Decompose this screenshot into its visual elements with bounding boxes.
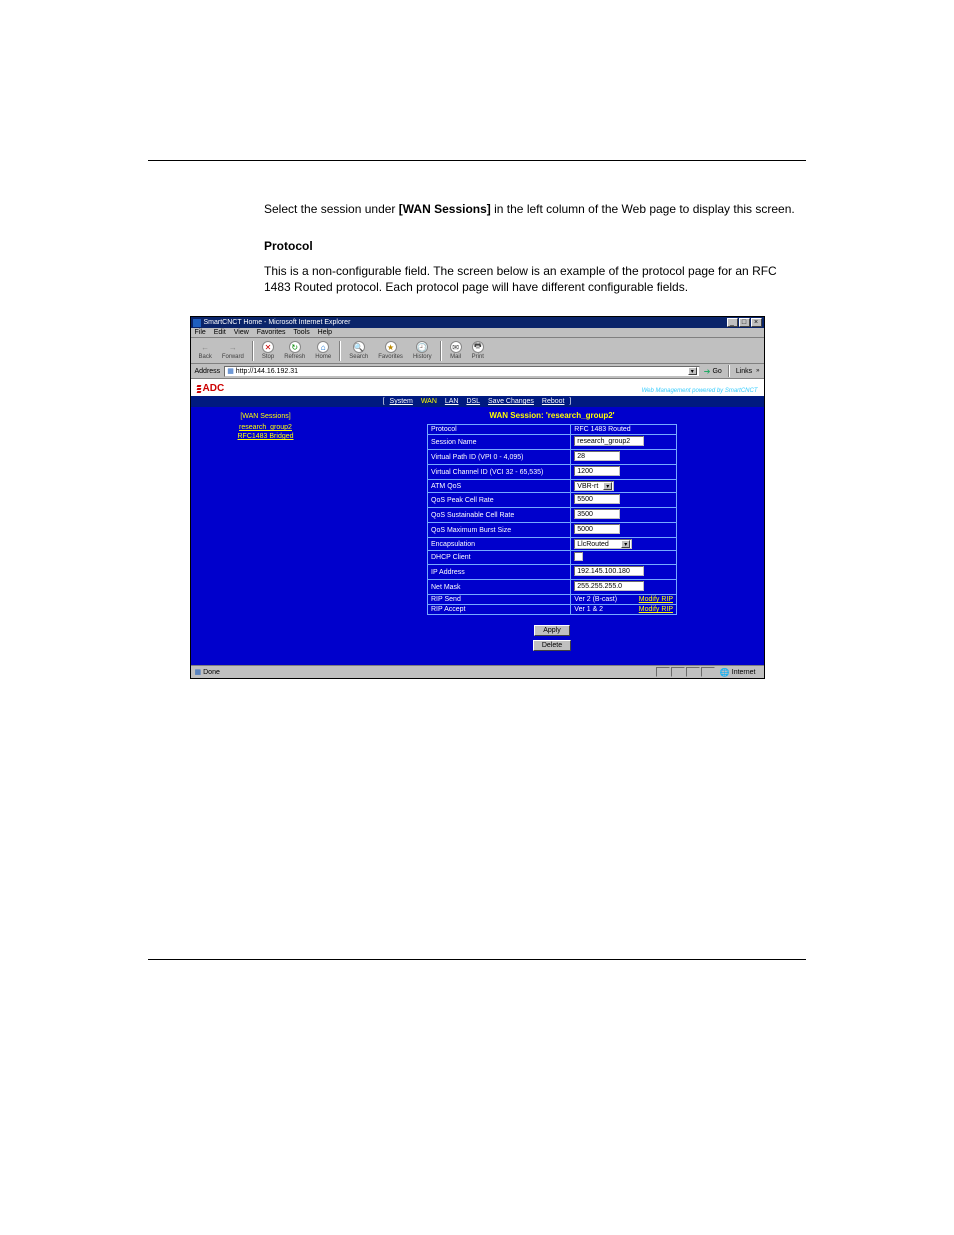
ie-addressbar: Address ▦ http://144.16.192.31 ▾ ➔ Go Li… (191, 364, 764, 379)
ie-window: SmartCNCT Home - Microsoft Internet Expl… (190, 316, 765, 679)
status-text: Done (203, 669, 220, 676)
adc-logo: ADC (197, 383, 225, 394)
row-vpi-label: Virtual Path ID (VPI 0 - 4,095) (428, 450, 571, 465)
links-label[interactable]: Links (736, 368, 752, 375)
sidebar-heading: [WAN Sessions] (199, 413, 333, 420)
menu-help[interactable]: Help (318, 329, 332, 336)
history-button[interactable]: 🕘History (409, 340, 436, 361)
chevron-down-icon[interactable]: ▾ (621, 540, 630, 548)
main-title: WAN Session: 'research_group2' (347, 411, 758, 420)
menu-tools[interactable]: Tools (293, 329, 309, 336)
ie-menubar[interactable]: File Edit View Favorites Tools Help (191, 328, 764, 338)
ie-app-icon (193, 319, 201, 327)
forward-button[interactable]: →Forward (218, 340, 248, 361)
row-encap-label: Encapsulation (428, 538, 571, 551)
stop-button[interactable]: ✕Stop (258, 340, 278, 361)
line-1-suffix: in the left column of the Web page to di… (494, 202, 795, 216)
row-scr-label: QoS Sustainable Cell Rate (428, 508, 571, 523)
menu-edit[interactable]: Edit (214, 329, 226, 336)
row-vci-label: Virtual Channel ID (VCI 32 - 65,535) (428, 465, 571, 480)
protocol-para: This is a non-configurable field. The sc… (264, 263, 806, 297)
atm-qos-select[interactable]: VBR-rt▾ (574, 481, 614, 491)
nav-save[interactable]: Save Changes (488, 398, 534, 405)
back-button[interactable]: ←Back (195, 340, 216, 361)
sidebar: [WAN Sessions] research_group2 RFC1483 B… (191, 407, 341, 665)
encap-select[interactable]: LlcRouted▾ (574, 539, 632, 549)
line-1-prefix: Select the session under (264, 202, 395, 216)
nav-system[interactable]: System (390, 398, 413, 405)
home-button[interactable]: ⌂Home (311, 340, 335, 361)
row-mask-label: Net Mask (428, 580, 571, 595)
page-body: ADC Web Management powered by SmartCNCT … (191, 379, 764, 665)
row-ripaccept-label: RIP Accept (428, 605, 571, 615)
scr-input[interactable]: 3500 (574, 509, 620, 519)
modify-rip-send[interactable]: Modify RIP (639, 596, 673, 603)
print-button[interactable]: 🖶Print (468, 340, 488, 361)
row-ip-label: IP Address (428, 565, 571, 580)
row-protocol-value: RFC 1483 Routed (571, 425, 677, 435)
tagline: Web Management powered by SmartCNCT (642, 388, 758, 394)
maximize-button[interactable]: □ (739, 318, 750, 327)
protocol-heading: Protocol (264, 238, 806, 255)
row-protocol-label: Protocol (428, 425, 571, 435)
row-ripsend-label: RIP Send (428, 595, 571, 605)
config-table: Protocol RFC 1483 Routed Session Name re… (427, 424, 677, 615)
ie-titlebar: SmartCNCT Home - Microsoft Internet Expl… (191, 317, 764, 328)
sidebar-link-research[interactable]: research_group2 (199, 424, 333, 431)
modify-rip-accept[interactable]: Modify RIP (639, 606, 673, 613)
ie-statusbar: ▦ Done 🌐Internet (191, 665, 764, 678)
pcr-input[interactable]: 5500 (574, 494, 620, 504)
nav-wan[interactable]: WAN (421, 398, 437, 405)
dhcp-checkbox[interactable] (574, 552, 583, 561)
minimize-button[interactable]: _ (727, 318, 738, 327)
sidebar-link-rfc1483[interactable]: RFC1483 Bridged (199, 433, 333, 440)
row-pcr-label: QoS Peak Cell Rate (428, 493, 571, 508)
top-nav: [ System WAN LAN DSL Save Changes Reboot… (191, 396, 764, 407)
mask-input[interactable]: 255.255.255.0 (574, 581, 644, 591)
ie-toolbar: ←Back →Forward ✕Stop ↻Refresh ⌂Home 🔍Sea… (191, 338, 764, 364)
favorites-button[interactable]: ★Favorites (374, 340, 407, 361)
row-dhcp-label: DHCP Client (428, 551, 571, 565)
done-icon: ▦ (195, 668, 202, 676)
nav-reboot[interactable]: Reboot (542, 398, 565, 405)
window-title: SmartCNCT Home - Microsoft Internet Expl… (204, 319, 351, 326)
menu-file[interactable]: File (195, 329, 206, 336)
delete-button[interactable]: Delete (533, 640, 571, 651)
go-label[interactable]: Go (712, 368, 721, 375)
close-button[interactable]: × (751, 318, 762, 327)
go-icon[interactable]: ➔ (704, 367, 711, 376)
ip-input[interactable]: 192.145.100.180 (574, 566, 644, 576)
nav-lan[interactable]: LAN (445, 398, 459, 405)
chevron-down-icon[interactable]: ▾ (603, 482, 612, 490)
mbs-input[interactable]: 5000 (574, 524, 620, 534)
refresh-button[interactable]: ↻Refresh (280, 340, 309, 361)
address-dropdown-icon[interactable]: ▾ (688, 367, 697, 375)
vci-input[interactable]: 1200 (574, 466, 620, 476)
address-label: Address (195, 368, 221, 375)
rip-accept-value: Ver 1 & 2 (574, 606, 603, 613)
globe-icon: 🌐 (720, 668, 730, 677)
row-session-label: Session Name (428, 435, 571, 450)
row-mbs-label: QoS Maximum Burst Size (428, 523, 571, 538)
apply-button[interactable]: Apply (534, 625, 570, 636)
rip-send-value: Ver 2 (B-cast) (574, 596, 617, 603)
nav-dsl[interactable]: DSL (466, 398, 480, 405)
address-field[interactable]: ▦ http://144.16.192.31 ▾ (224, 366, 700, 377)
row-qos-label: ATM QoS (428, 480, 571, 493)
menu-view[interactable]: View (234, 329, 249, 336)
session-name-input[interactable]: research_group2 (574, 436, 644, 446)
mail-button[interactable]: ✉Mail (446, 340, 466, 361)
vpi-input[interactable]: 28 (574, 451, 620, 461)
zone-text: Internet (732, 669, 756, 676)
search-button[interactable]: 🔍Search (345, 340, 372, 361)
wan-sessions-label: [WAN Sessions] (399, 202, 491, 216)
menu-favorites[interactable]: Favorites (257, 329, 286, 336)
